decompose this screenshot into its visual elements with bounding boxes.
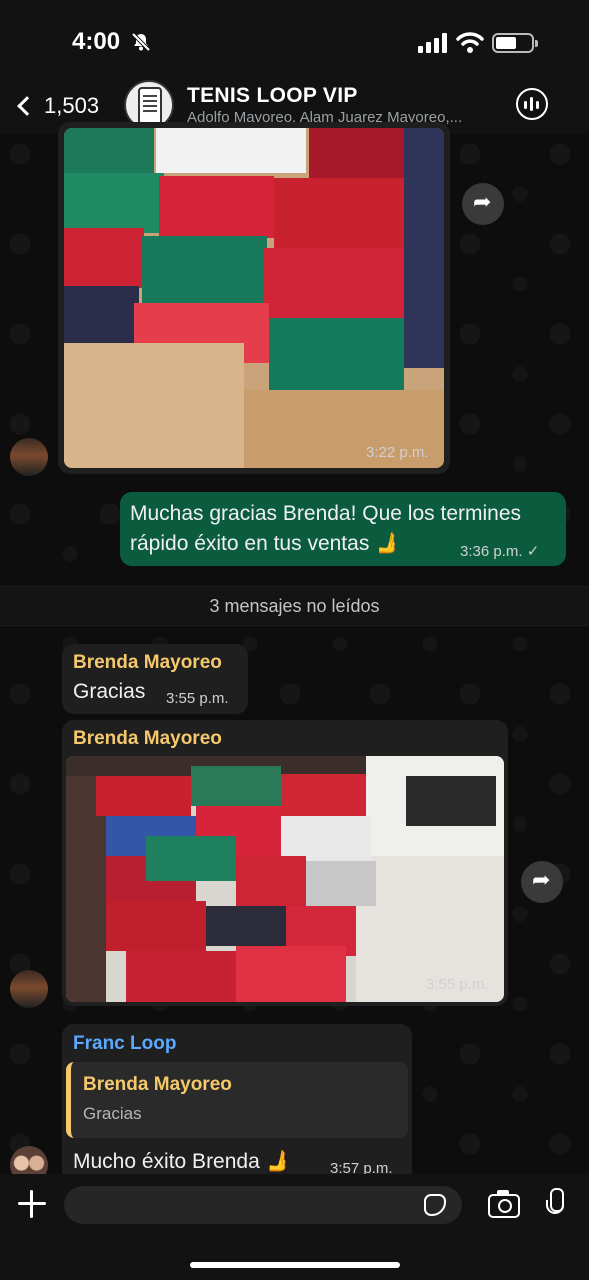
message-text: Gracias	[73, 680, 146, 703]
quoted-message[interactable]: Brenda Mayoreo Gracias	[66, 1062, 408, 1138]
sender-avatar[interactable]	[10, 970, 48, 1008]
battery-icon	[492, 33, 538, 53]
quoted-sender-name: Brenda Mayoreo	[83, 1074, 232, 1095]
sender-name[interactable]: Franc Loop	[73, 1033, 176, 1055]
message-timestamp: 3:55 p.m.	[426, 976, 489, 993]
image-message[interactable]: 3:22 p.m.	[58, 122, 450, 474]
message-input[interactable]	[64, 1186, 462, 1224]
outgoing-message[interactable]: Muchas gracias Brenda! Que los termines …	[120, 492, 566, 566]
quoted-text: Gracias	[83, 1104, 142, 1123]
wifi-icon	[456, 32, 484, 53]
message-text-line-2: rápido éxito en tus ventas 🫸	[130, 532, 402, 555]
cellular-signal-icon	[418, 33, 447, 53]
shoe-boxes-stack-photo[interactable]	[66, 756, 504, 1002]
message-timestamp: 3:22 p.m.	[366, 444, 429, 461]
unread-messages-divider: 3 mensajes no leídos	[0, 586, 589, 626]
status-bar: 4:00	[0, 0, 589, 78]
composer-bar	[0, 1174, 589, 1280]
sender-name[interactable]: Brenda Mayoreo	[73, 728, 222, 750]
message-timestamp: 3:36 p.m. ✓	[460, 543, 540, 560]
home-indicator[interactable]	[190, 1262, 400, 1268]
voice-chat-icon[interactable]	[516, 88, 548, 120]
unread-divider-label: 3 mensajes no leídos	[209, 596, 380, 616]
shoe-boxes-photo[interactable]	[64, 128, 444, 468]
image-message[interactable]: Brenda Mayoreo 3:55 p.m.	[62, 720, 508, 1006]
group-title[interactable]: TENIS LOOP VIP	[187, 84, 358, 108]
incoming-message[interactable]: Brenda Mayoreo Gracias 3:55 p.m.	[62, 644, 248, 714]
back-button[interactable]: 1,503	[14, 86, 99, 126]
forward-button[interactable]	[521, 861, 563, 903]
attach-plus-icon[interactable]	[18, 1190, 46, 1218]
sender-name[interactable]: Brenda Mayoreo	[73, 652, 222, 674]
message-timestamp: 3:55 p.m.	[166, 690, 229, 707]
sender-avatar[interactable]	[10, 438, 48, 476]
camera-icon[interactable]	[488, 1190, 520, 1218]
reply-message[interactable]: Franc Loop Brenda Mayoreo Gracias Mucho …	[62, 1024, 412, 1177]
bell-slash-icon	[131, 32, 151, 52]
status-time: 4:00	[72, 28, 121, 55]
message-text-line-1: Muchas gracias Brenda! Que los termines	[130, 502, 522, 525]
message-text: Mucho éxito Brenda 🫸	[73, 1150, 292, 1173]
chevron-left-icon	[17, 96, 37, 116]
forward-button[interactable]	[462, 183, 504, 225]
microphone-icon[interactable]	[546, 1188, 564, 1224]
unread-chats-count: 1,503	[44, 93, 100, 118]
